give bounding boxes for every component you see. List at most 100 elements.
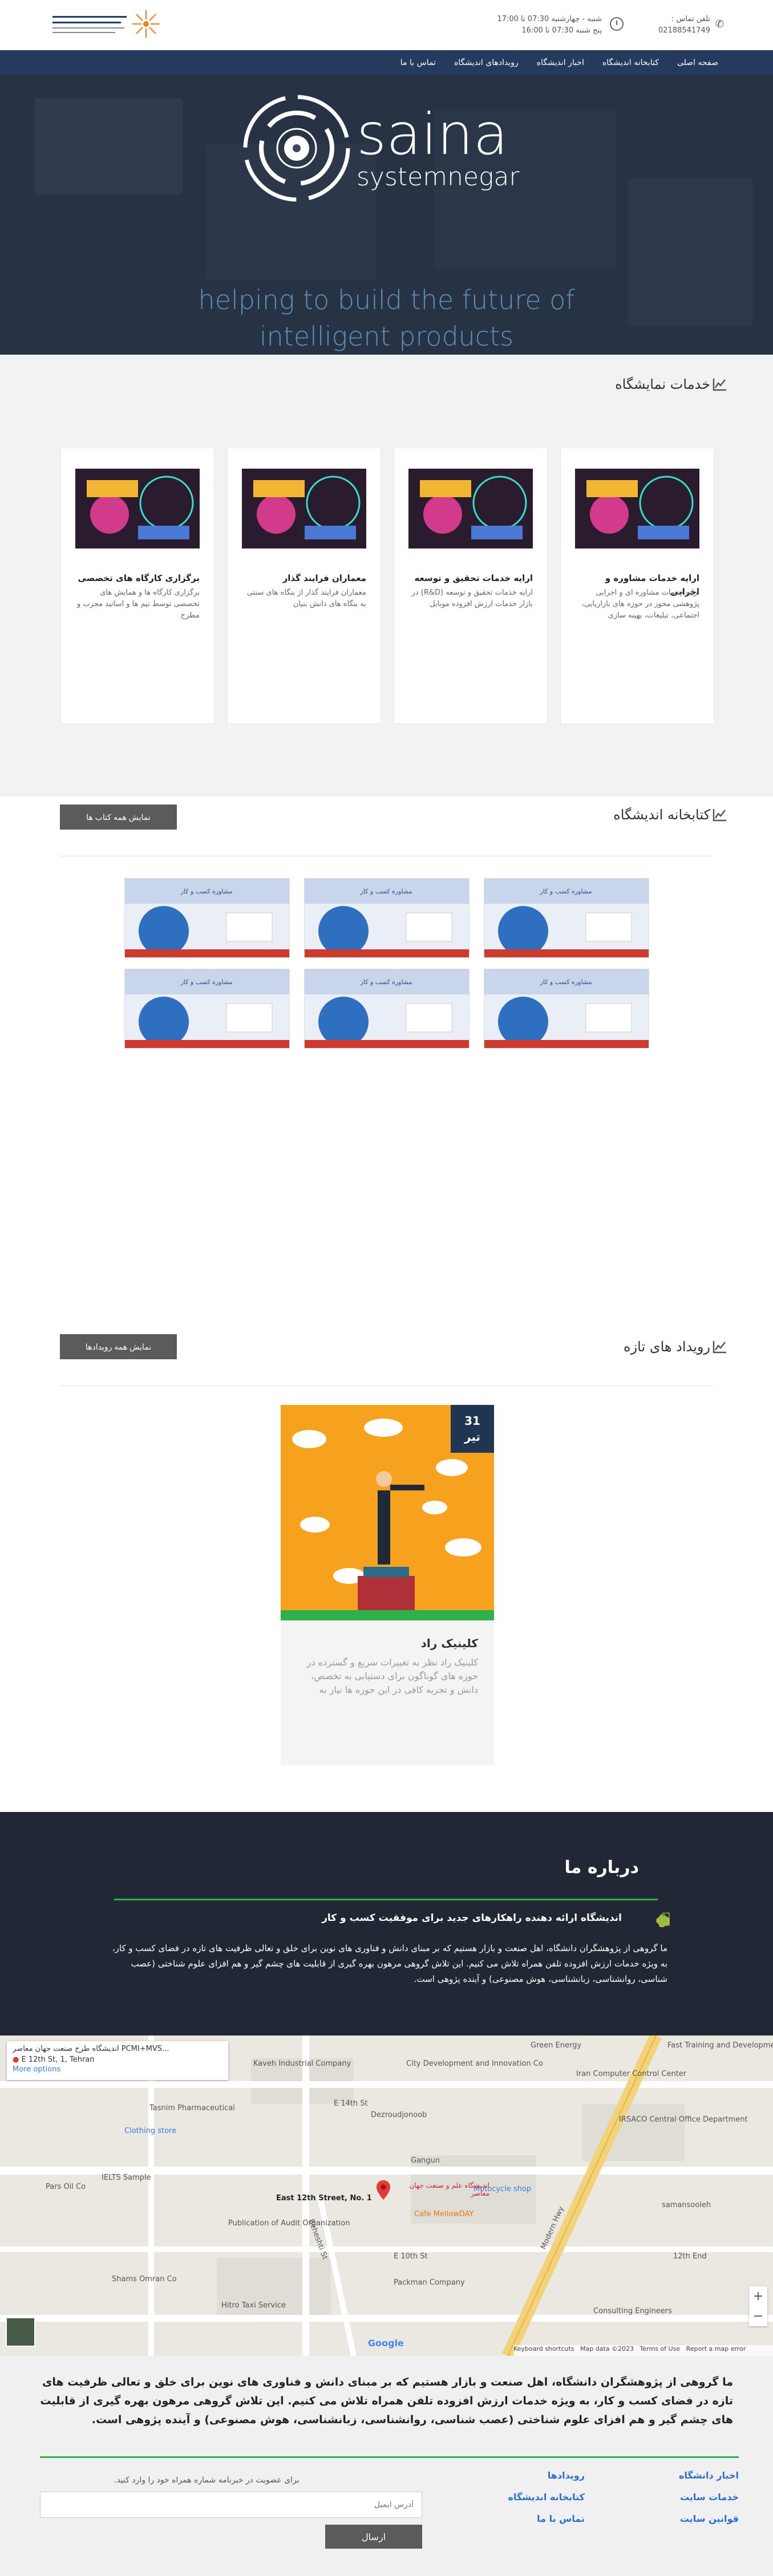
chart-icon bbox=[713, 1341, 726, 1354]
newsletter-note: برای عضویت در خبرنامه شماره همراه خود را… bbox=[114, 2476, 300, 2485]
phone-number[interactable]: 02188541749 bbox=[658, 25, 710, 36]
book-cover: مشاوره کسب و کار bbox=[484, 969, 649, 1048]
book-cover: مشاوره کسب و کار bbox=[305, 969, 469, 1048]
map-label: Packman Company bbox=[394, 2278, 465, 2287]
service-card[interactable]: برگزاری کارگاه های تخصصی برگزاری کارگاه … bbox=[60, 448, 215, 724]
service-thumbnail bbox=[75, 469, 200, 548]
map-embed[interactable]: Kaveh Industrial Company City Developmen… bbox=[0, 2035, 773, 2356]
service-card-text: معماران فرایند گذار از بنگاه های سنتی به… bbox=[246, 588, 366, 608]
footer-link-contact[interactable]: تماس با ما bbox=[537, 2513, 585, 2524]
book-caption: مشاوره کسب و کار bbox=[180, 978, 233, 986]
footer-about-text: ما گروهی از پژوهشگران دانشگاه، اهل صنعت … bbox=[40, 2376, 733, 2426]
hero-tagline: helping to build the future of intellige… bbox=[0, 282, 773, 355]
footer-link-events[interactable]: رویدادها bbox=[548, 2470, 585, 2481]
main-nav: صفحه اصلی کتابخانه اندیشگاه اخبار اندیشگ… bbox=[0, 50, 773, 75]
show-all-books-button[interactable]: نمایش همه کتاب ها bbox=[60, 805, 177, 830]
book-caption: مشاوره کسب و کار bbox=[360, 888, 412, 895]
book-item[interactable]: مشاوره کسب و کار bbox=[484, 878, 649, 958]
footer-link-library[interactable]: کتابخانه اندیشگاه bbox=[508, 2492, 585, 2502]
book-item[interactable]: مشاوره کسب و کار bbox=[304, 878, 470, 958]
map-label: Iran Computer Control Center bbox=[576, 2070, 687, 2078]
book-cover: مشاوره کسب و کار bbox=[305, 879, 469, 957]
map-report[interactable]: Report a map error bbox=[686, 2345, 746, 2352]
map-attribution: Keyboard shortcuts Map data ©2023 Terms … bbox=[513, 2345, 773, 2356]
apple-icon bbox=[656, 1913, 670, 1927]
book-caption: مشاوره کسب و کار bbox=[360, 978, 412, 986]
show-all-events-button[interactable]: نمایش همه رویدادها bbox=[60, 1334, 177, 1359]
book-item[interactable]: مشاوره کسب و کار bbox=[124, 878, 290, 958]
map-label: Gangun bbox=[411, 2156, 440, 2165]
book-cover: مشاوره کسب و کار bbox=[125, 879, 289, 957]
map-label: City Development and Innovation Co bbox=[406, 2059, 543, 2068]
map-satellite-toggle[interactable] bbox=[6, 2317, 35, 2347]
site-logo[interactable] bbox=[49, 5, 163, 46]
nav-news[interactable]: اخبار اندیشگاه bbox=[528, 50, 593, 75]
divider bbox=[60, 1385, 713, 1386]
about-section: درباره ما  اندیشگاه ارائه دهنده راهکاره… bbox=[0, 1812, 773, 2035]
map-label: samansooleh bbox=[662, 2201, 711, 2209]
zoom-in-button[interactable]: + bbox=[749, 2286, 767, 2306]
chart-icon bbox=[713, 809, 726, 822]
library-section: کتابخانه اندیشگاه نمایش همه کتاب ها مشاو… bbox=[0, 797, 773, 1264]
service-card[interactable]: معماران فرایند گذار معماران فرایند گذار … bbox=[227, 448, 381, 724]
pin-icon: ● bbox=[13, 2055, 19, 2064]
nav-home[interactable]: صفحه اصلی bbox=[668, 50, 727, 75]
map-kb-shortcuts[interactable]: Keyboard shortcuts bbox=[513, 2345, 574, 2352]
zoom-out-button[interactable]: − bbox=[749, 2306, 767, 2326]
hours-line-1: شنبه - چهارشنبه 07:30 تا 17:00 bbox=[497, 15, 602, 23]
service-card-text: ارایه خدمات تحقیق و توسعه (R&D) در بازار… bbox=[411, 588, 533, 608]
book-item[interactable]: مشاوره کسب و کار bbox=[484, 969, 649, 1049]
events-title: رویداد های تازه bbox=[624, 1339, 710, 1355]
map-label: Clothing store bbox=[124, 2127, 177, 2135]
map-info-title: اندیشگاه طرح صنعت جهان معاصر PCMI+MVS... bbox=[13, 2045, 169, 2053]
map-info-address-text: E 12th St, 1, Tehran bbox=[21, 2055, 95, 2064]
map-more-options[interactable]: More options bbox=[13, 2065, 222, 2074]
map-label: Hitro Taxi Service bbox=[221, 2301, 286, 2310]
footer-link-services[interactable]: خدمات سایت bbox=[680, 2492, 739, 2502]
map-marker-icon[interactable] bbox=[377, 2180, 390, 2200]
map-data-credit: Map data ©2023 bbox=[580, 2345, 634, 2352]
events-section: رویداد های تازه نمایش همه رویدادها bbox=[0, 1328, 773, 1397]
nav-contact[interactable]: تماس با ما bbox=[391, 50, 445, 75]
map-label: E 10th St bbox=[394, 2252, 428, 2261]
nav-events[interactable]: رویدادهای اندیشگاه bbox=[445, 50, 528, 75]
map-label: Pars Oil Co bbox=[46, 2183, 86, 2191]
google-logo: Google bbox=[368, 2338, 404, 2349]
map-label: Green Energy bbox=[531, 2041, 582, 2050]
working-hours: شنبه - چهارشنبه 07:30 تا 17:00 پنج شنبه … bbox=[497, 14, 602, 36]
event-text: کلینیک راد نظر به تغییرات سریع و گسترده … bbox=[306, 1657, 478, 1695]
map-label: IELTS Sample bbox=[102, 2173, 151, 2182]
book-item[interactable]: مشاوره کسب و کار bbox=[304, 969, 470, 1049]
phone-block: تلفن تماس : 02188541749 bbox=[658, 14, 710, 36]
book-item[interactable]: مشاوره کسب و کار bbox=[124, 969, 290, 1049]
service-card[interactable]: ارایه خدمات مشاوره و اجرایی ارایه خدمات … bbox=[560, 448, 714, 724]
newsletter-send-button[interactable]: ارسال bbox=[325, 2525, 422, 2549]
newsletter-email-input[interactable] bbox=[40, 2492, 422, 2518]
nav-library[interactable]: کتابخانه اندیشگاه bbox=[593, 50, 668, 75]
event-date-badge: 31 تیر bbox=[451, 1405, 494, 1453]
event-card[interactable]: 31 تیر کلینیک راد کلینیک راد نظر به تغیی… bbox=[281, 1405, 494, 1765]
book-caption: مشاوره کسب و کار bbox=[540, 888, 592, 895]
service-card-text: برگزاری کارگاه ها و همایش های تخصصی توسط… bbox=[76, 588, 200, 620]
about-text: ما گروهی از پژوهشگران دانشگاه، اهل صنعت … bbox=[112, 1943, 667, 1984]
book-cover: مشاوره کسب و کار bbox=[125, 969, 289, 1048]
footer: ما گروهی از پژوهشگران دانشگاه، اهل صنعت … bbox=[0, 2356, 773, 2576]
service-thumbnail bbox=[408, 469, 533, 548]
map-label: E 14th St bbox=[334, 2099, 368, 2108]
event-title[interactable]: کلینیک راد bbox=[297, 1636, 478, 1650]
library-title: کتابخانه اندیشگاه bbox=[613, 807, 710, 823]
map-terms[interactable]: Terms of Use bbox=[640, 2345, 681, 2352]
top-bar: شنبه - چهارشنبه 07:30 تا 17:00 پنج شنبه … bbox=[0, 0, 773, 50]
service-card[interactable]: ارایه خدمات تحقیق و توسعه ارایه خدمات تح… bbox=[394, 448, 548, 724]
map-marker-label: اندیشگاه علم و صنعت جهان معاصر bbox=[409, 2181, 489, 2197]
service-card-text: ارایه خدمات مشاوره ای و اجرایی پژوهشی مح… bbox=[581, 588, 699, 620]
footer-link-news[interactable]: اخبار دانشگاه bbox=[679, 2470, 739, 2481]
footer-link-rules[interactable]: قوانین سایت bbox=[680, 2513, 739, 2524]
book-caption: مشاوره کسب و کار bbox=[540, 978, 592, 986]
event-month: تیر bbox=[464, 1430, 481, 1444]
event-image: 31 تیر bbox=[281, 1405, 494, 1620]
tagline-line-2: intelligent products bbox=[259, 321, 514, 352]
map-label: IRSACO Central Office Department bbox=[619, 2115, 748, 2124]
map-label: Cafe MellowDAY bbox=[414, 2210, 474, 2219]
services-title: خدمات نمایشگاه bbox=[615, 376, 710, 392]
